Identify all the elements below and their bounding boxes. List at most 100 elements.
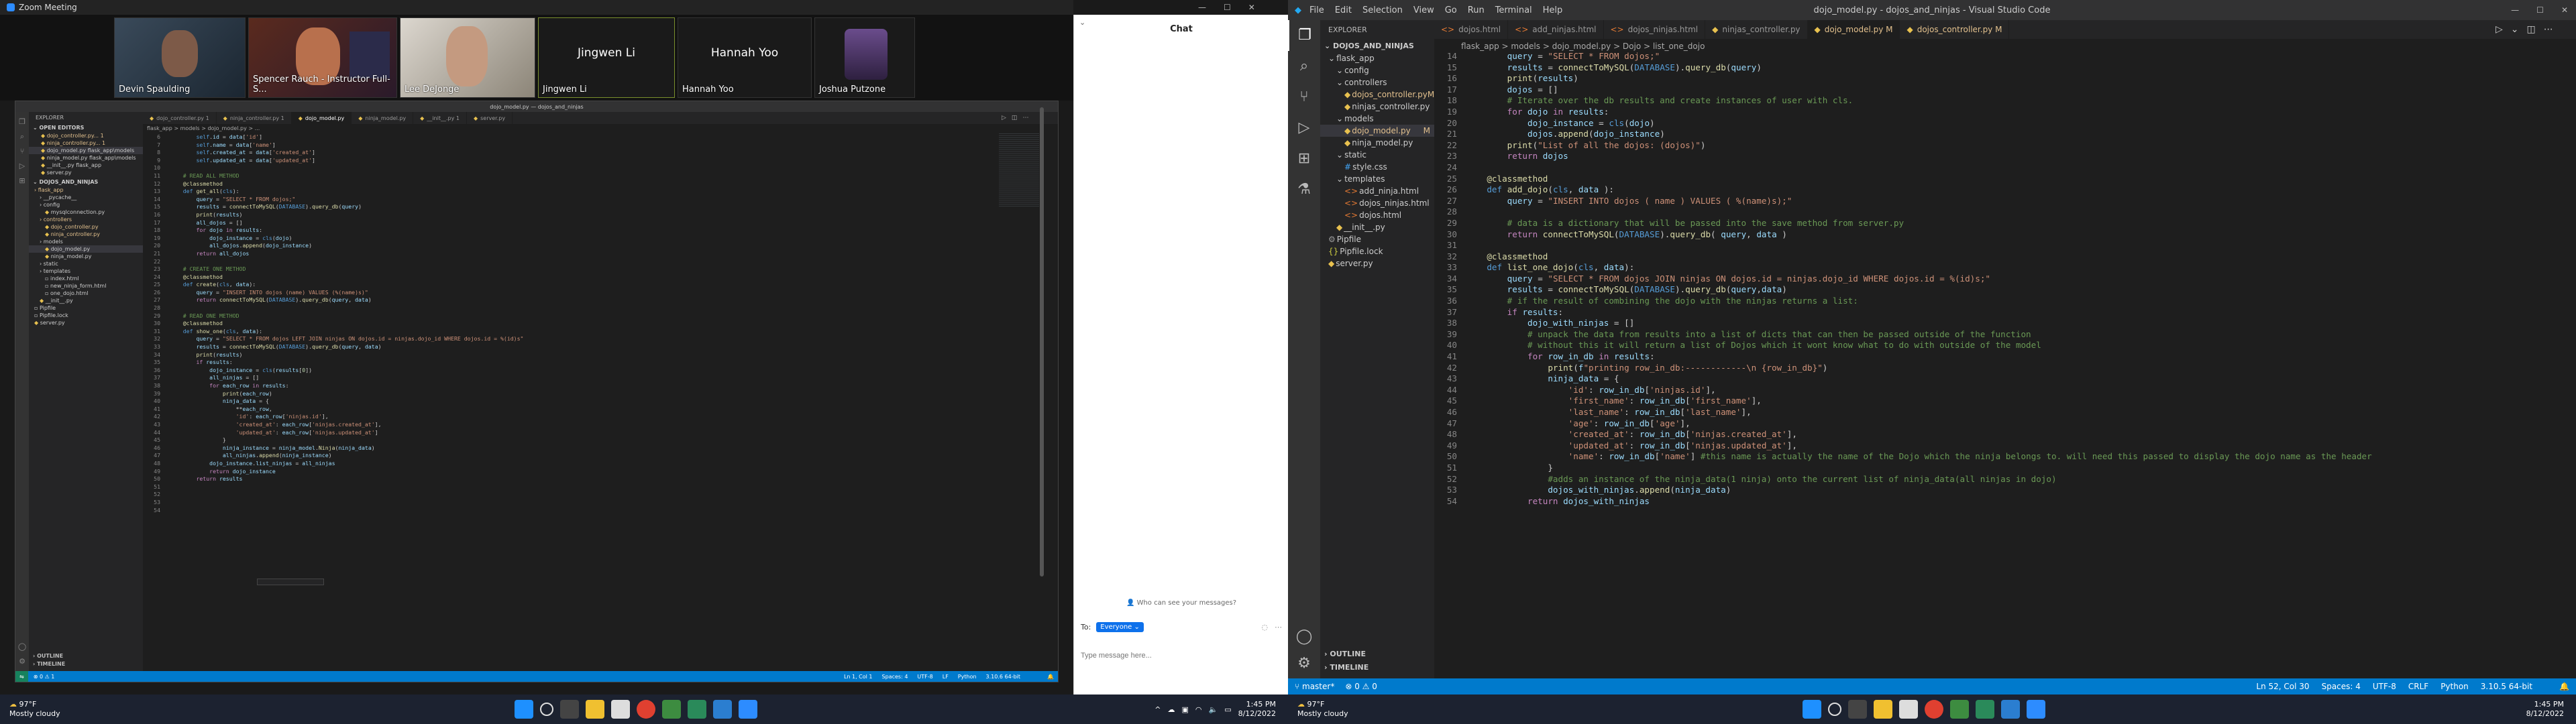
file-item[interactable]: # style.css (1320, 161, 1434, 173)
status-item[interactable]: Python (2440, 682, 2469, 691)
participant-tile[interactable]: Spencer Rauch - Instructor Full-S... (248, 17, 397, 98)
testing-icon[interactable]: ⚗ (1288, 174, 1320, 205)
editor-tab[interactable]: ◆ ninja_model.py (352, 112, 414, 124)
chevron-down-icon[interactable]: ⌄ (2511, 24, 2519, 35)
file-item[interactable]: ◆ ninja_model.py (1320, 137, 1434, 149)
file-item[interactable]: ◆ server.py (29, 319, 143, 326)
editor-tab[interactable]: <> add_ninjas.html (1508, 20, 1604, 39)
store-icon[interactable] (1950, 700, 1969, 719)
git-branch[interactable]: ⑂ master* (1295, 682, 1334, 691)
file-item[interactable]: ◆ dojo_model.py M (1320, 125, 1434, 137)
file-item[interactable]: ◆ ninja_model.py (29, 253, 143, 260)
breadcrumb[interactable]: flask_app > models > dojo_model.py > Doj… (1461, 42, 1705, 51)
menu-run[interactable]: Run (1468, 5, 1485, 15)
chat-who-can-see[interactable]: 👤 Who can see your messages? (1074, 599, 1289, 607)
shared-minimap[interactable] (999, 133, 1039, 207)
file-item[interactable]: ▫ Pipfile (29, 304, 143, 312)
minimize-icon[interactable]: — (2511, 5, 2519, 15)
status-item[interactable]: CRLF (2408, 682, 2428, 691)
file-item[interactable]: <> dojos_ninjas.html (1320, 197, 1434, 209)
shared-outline-section[interactable]: › OUTLINE (33, 653, 63, 659)
participant-tile[interactable]: Devin Spaulding (114, 17, 246, 98)
timeline-section[interactable]: › TIMELINE (1324, 663, 1368, 672)
windows-start-icon[interactable] (1803, 700, 1821, 719)
search-icon[interactable]: ⌕ (15, 129, 29, 144)
participant-tile[interactable]: Lee DeJonge (400, 17, 535, 98)
status-item[interactable]: Ln 1, Col 1 (844, 674, 873, 680)
folder-item[interactable]: ⌄ models (1320, 113, 1434, 125)
spreadsheet-icon[interactable] (1976, 700, 1994, 719)
clock[interactable]: 1:45 PM 8/12/2022 (1238, 700, 1276, 719)
chrome-icon[interactable] (637, 700, 655, 719)
folder-item[interactable]: › flask_app (29, 186, 143, 194)
vscode-icon[interactable] (2001, 700, 2020, 719)
problems-count[interactable]: ⊗ 0 ⚠ 0 (1345, 682, 1377, 691)
open-editor-item[interactable]: ◆ ninja_model.py flask_app\models (29, 154, 143, 162)
editor-tab[interactable]: ◆ dojo_model.py M (1807, 20, 1900, 39)
notifications-icon[interactable]: 🔔 (1047, 674, 1054, 680)
file-item[interactable]: ⚙ Pipfile (1320, 233, 1434, 245)
more-actions-icon[interactable]: ⋯ (2544, 24, 2553, 35)
chrome-icon[interactable] (1925, 700, 1943, 719)
editor-tab[interactable]: ◆ dojo_model.py (291, 112, 352, 124)
status-item[interactable]: Python (958, 674, 977, 680)
file-item[interactable]: ◆ dojo_controller.py (29, 223, 143, 231)
battery-icon[interactable]: ▭ (1224, 705, 1231, 714)
menu-help[interactable]: Help (1543, 5, 1563, 15)
task-view-icon[interactable] (560, 700, 579, 719)
project-section-header[interactable]: ⌄ DOJOS_AND_NINJAS (1320, 40, 1434, 52)
shared-scrollbar[interactable] (1040, 107, 1044, 577)
status-item[interactable]: 3.10.6 64-bit (986, 674, 1021, 680)
weather-widget[interactable]: ☁ 97°F Mostly cloudy (1297, 700, 1348, 719)
file-icon[interactable]: ◌ (1261, 623, 1268, 631)
outline-section[interactable]: › OUTLINE (1324, 650, 1366, 658)
shared-code-editor[interactable]: 6 self.id = data['id'] 7 self.name = data… (143, 133, 1015, 670)
zoom-icon[interactable] (739, 700, 757, 719)
editor-tab[interactable]: ◆ server.py (467, 112, 513, 124)
file-item[interactable]: ▫ Pipfile.lock (29, 312, 143, 319)
search-icon[interactable] (540, 703, 553, 716)
open-editor-item[interactable]: ◆ server.py (29, 169, 143, 176)
folder-item[interactable]: › models (29, 238, 143, 245)
file-explorer-icon[interactable] (586, 700, 604, 719)
editor-tab[interactable]: <> dojos_ninjas.html (1604, 20, 1706, 39)
search-icon[interactable] (1828, 703, 1841, 716)
close-icon[interactable]: ✕ (1248, 3, 1255, 12)
split-editor-icon[interactable]: ◫ (2527, 24, 2536, 35)
run-icon[interactable]: ▷ (1002, 115, 1006, 121)
code-editor[interactable]: 14 query = "SELECT * FROM dojos;" 15 resu… (1434, 51, 2568, 674)
folder-item[interactable]: ⌄ static (1320, 149, 1434, 161)
menu-selection[interactable]: Selection (1362, 5, 1403, 15)
maximize-icon[interactable]: ☐ (2536, 5, 2544, 15)
participant-tile[interactable]: Joshua Putzone (814, 17, 915, 98)
editor-tab[interactable]: <> dojos.html (1434, 20, 1509, 39)
folder-item[interactable]: › controllers (29, 216, 143, 223)
run-icon[interactable]: ▷ (2496, 24, 2503, 35)
editor-tab[interactable]: ◆ dojos_controller.py M (1900, 20, 2010, 39)
status-item[interactable]: 3.10.5 64-bit (2481, 682, 2532, 691)
status-item[interactable]: UTF-8 (917, 674, 932, 680)
open-editor-item[interactable]: ◆ ninja_controller.py... 1 (29, 139, 143, 147)
file-item[interactable]: ◆ __init__.py (1320, 221, 1434, 233)
file-item[interactable]: ▫ index.html (29, 275, 143, 282)
file-item[interactable]: {} Pipfile.lock (1320, 245, 1434, 257)
folder-item[interactable]: › static (29, 260, 143, 267)
spreadsheet-icon[interactable] (688, 700, 706, 719)
remote-icon[interactable]: ⇋ (15, 671, 28, 682)
clock[interactable]: 1:45 PM 8/12/2022 (2526, 700, 2564, 719)
file-item[interactable]: ◆ __init__.py (29, 297, 143, 304)
account-icon[interactable]: ◯ (15, 642, 29, 651)
store-icon[interactable] (662, 700, 681, 719)
mail-icon[interactable] (611, 700, 630, 719)
menu-file[interactable]: File (1309, 5, 1324, 15)
weather-widget[interactable]: ☁ 97°F Mostly cloudy (9, 700, 60, 719)
mail-icon[interactable] (1899, 700, 1918, 719)
file-item[interactable]: ◆ ninja_controller.py (29, 231, 143, 238)
status-item[interactable]: UTF-8 (2373, 682, 2396, 691)
shared-project-title[interactable]: ⌄ DOJOS_AND_NINJAS (29, 178, 143, 186)
participant-tile[interactable]: Jingwen Li Jingwen Li (538, 17, 675, 98)
status-item[interactable]: Ln 52, Col 30 (2256, 682, 2309, 691)
shared-breadcrumb[interactable]: flask_app > models > dojo_model.py > ... (147, 125, 260, 131)
shared-timeline-section[interactable]: › TIMELINE (33, 661, 65, 667)
source-control-icon[interactable]: ⑂ (15, 144, 29, 159)
